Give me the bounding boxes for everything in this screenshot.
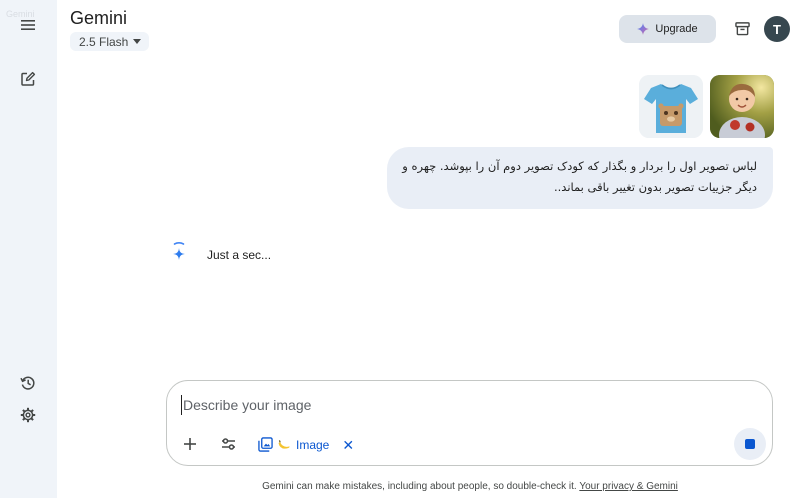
activity-button[interactable]	[14, 369, 42, 397]
user-message: لباس تصویر اول را بردار و بگذار که کودک …	[387, 147, 773, 209]
add-button[interactable]	[179, 433, 201, 455]
prompt-composer: Image ✕	[166, 380, 773, 466]
archive-button[interactable]	[731, 17, 753, 39]
model-selector[interactable]: 2.5 Flash	[70, 32, 150, 51]
assistant-status-text: Just a sec...	[207, 248, 272, 262]
new-chat-button[interactable]	[14, 65, 42, 93]
disclaimer-text: Gemini can make mistakes, including abou…	[262, 481, 577, 492]
footer-disclaimer: Gemini can make mistakes, including abou…	[0, 481, 800, 492]
hamburger-menu-icon	[21, 20, 35, 30]
upgrade-button[interactable]: Upgrade	[619, 15, 716, 43]
history-icon	[20, 376, 35, 390]
attachment-shirt-image[interactable]	[639, 75, 703, 138]
attachment-child-photo[interactable]	[710, 75, 774, 138]
avatar[interactable]: T	[764, 16, 790, 42]
prompt-input[interactable]	[181, 395, 745, 415]
image-gallery-icon	[257, 436, 273, 452]
stop-generation-button[interactable]	[734, 428, 766, 460]
banana-icon	[278, 440, 290, 449]
chip-close-icon[interactable]: ✕	[342, 438, 354, 452]
stop-square-icon	[745, 439, 755, 449]
blue-t-shirt-image	[639, 75, 703, 138]
app-title: Gemini	[70, 8, 128, 28]
image-mode-chip[interactable]: Image ✕	[277, 436, 354, 454]
gemini-sparkle-icon	[637, 23, 650, 35]
image-chip-label: Image	[296, 438, 330, 452]
settings-button[interactable]	[14, 401, 42, 429]
plus-icon	[184, 438, 196, 450]
edit-square-icon	[21, 71, 36, 86]
tools-button[interactable]	[217, 433, 239, 455]
archive-box-icon	[734, 21, 750, 35]
gemini-loading-spinner-icon	[173, 242, 185, 260]
model-name: 2.5 Flash	[79, 34, 129, 49]
gear-icon	[20, 407, 36, 423]
main-menu-button[interactable]	[14, 11, 42, 39]
caret-down-icon	[133, 39, 142, 44]
upgrade-label: Upgrade	[655, 23, 698, 35]
image-gallery-button[interactable]	[254, 433, 276, 455]
sliders-icon	[221, 438, 235, 450]
privacy-link[interactable]: Your privacy & Gemini	[579, 481, 678, 492]
child-photo-image	[710, 75, 774, 138]
sidebar: Gemini	[0, 0, 57, 498]
